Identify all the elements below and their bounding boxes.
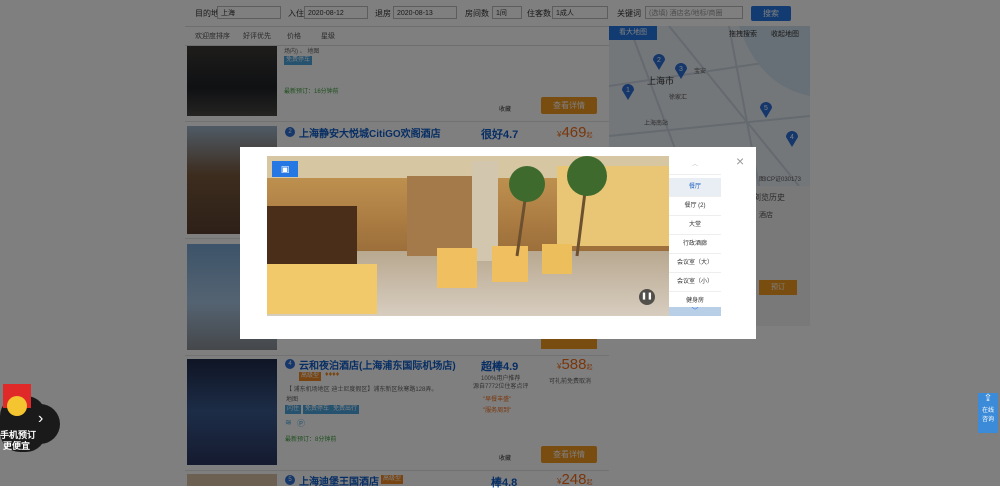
consult-label: 咨询 [981,417,994,423]
room-item[interactable]: 行政酒廊 [669,235,721,254]
scroll-down-icon[interactable]: ﹀ [669,307,721,316]
upload-icon: ⇪ [983,393,993,404]
promo-text: 更便宜 [3,441,31,451]
close-icon[interactable]: × [736,153,744,169]
room-list: ︿ 餐厅 餐厅 (2) 大堂 行政酒廊 会议室（大） 会议室（小） 健身房 ﹀ [669,156,721,316]
panorama-viewer[interactable]: ▣ ❚❚ [267,156,669,316]
online-consult-button[interactable]: ⇪ 在线 咨询 [978,393,998,433]
room-item[interactable]: 会议室（大） [669,254,721,273]
gallery-icon[interactable]: ▣ [272,161,298,177]
room-item[interactable]: 大堂 [669,216,721,235]
mobile-promo[interactable]: › 手机预订 更便宜 [0,384,60,452]
room-photo-modal: ▣ ❚❚ ︿ 餐厅 餐厅 (2) 大堂 行政酒廊 会议室（大） 会议室（小） 健… [240,147,756,339]
room-item[interactable]: 餐厅 [669,178,721,197]
consult-label: 在线 [981,408,994,414]
scroll-up-icon[interactable]: ︿ [669,156,721,175]
room-item[interactable]: 餐厅 (2) [669,197,721,216]
pause-icon[interactable]: ❚❚ [639,289,655,305]
panorama-image [267,156,669,316]
room-item[interactable]: 会议室（小） [669,273,721,292]
chevron-right-icon: › [38,410,44,427]
